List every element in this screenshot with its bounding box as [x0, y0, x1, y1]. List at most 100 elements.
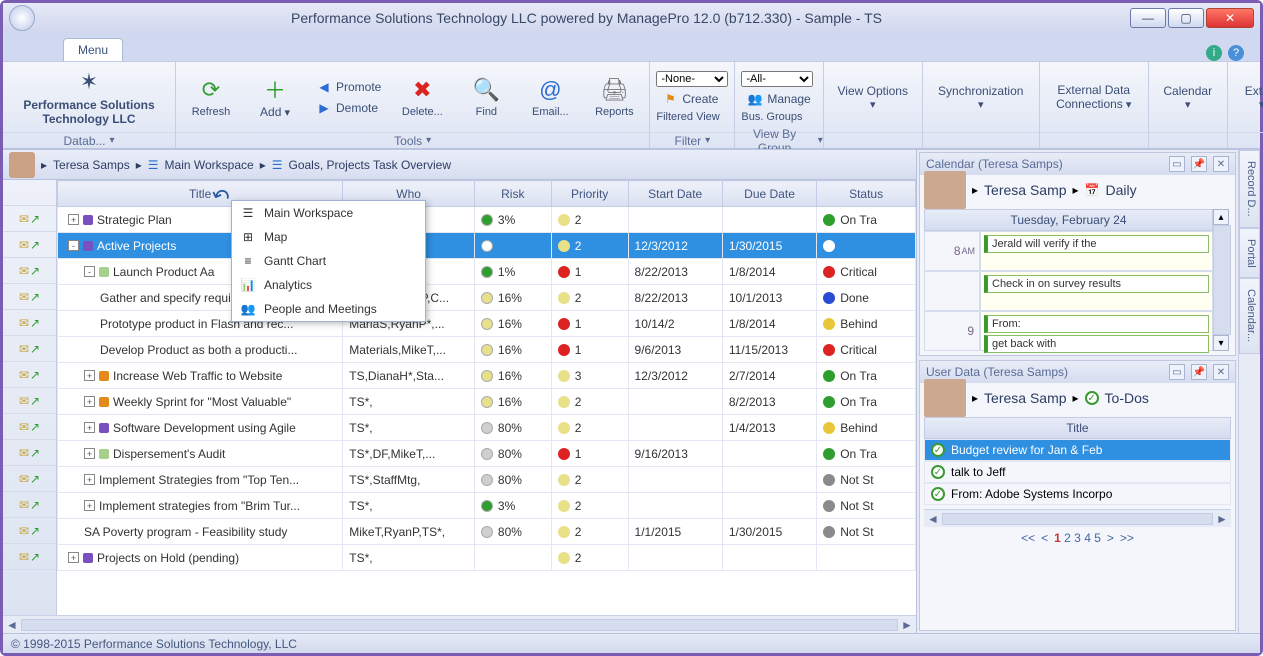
create-filter-button[interactable]: ⚑Create — [656, 90, 724, 108]
gutter-cell[interactable]: ✉↗ — [3, 388, 56, 414]
pager-first[interactable]: << — [1021, 531, 1035, 545]
close-button[interactable]: ✕ — [1206, 8, 1254, 28]
gutter-cell[interactable]: ✉↗ — [3, 310, 56, 336]
pager-next[interactable]: > — [1107, 531, 1114, 545]
menu-item-main-workspace[interactable]: ☰Main Workspace — [232, 201, 425, 225]
col-start-date[interactable]: Start Date — [628, 181, 722, 207]
appt-chip[interactable]: Check in on survey results — [984, 275, 1209, 293]
expander-icon[interactable]: + — [84, 370, 95, 381]
appt-chip[interactable]: Jerald will verify if the — [984, 235, 1209, 253]
col-status[interactable]: Status — [817, 181, 916, 207]
vtab-calendar[interactable]: Calendar... — [1239, 278, 1260, 353]
table-row[interactable]: -Active Projects212/3/20121/30/2015 — [58, 233, 916, 259]
projects-grid[interactable]: TitleWhoRiskPriorityStart DateDue DateSt… — [57, 180, 916, 571]
vtab-record[interactable]: Record D... — [1239, 150, 1260, 228]
gutter-cell[interactable]: ✉↗ — [3, 414, 56, 440]
scroll-right-icon[interactable]: ► — [898, 618, 916, 632]
scroll-up-icon[interactable]: ▴ — [1213, 209, 1229, 225]
menu-item-gantt-chart[interactable]: ≡Gantt Chart — [232, 249, 425, 273]
pager-page[interactable]: 1 — [1054, 531, 1061, 545]
manage-groups-button[interactable]: 👥Manage — [741, 90, 816, 108]
table-row[interactable]: +Increase Web Traffic to WebsiteTS,Diana… — [58, 363, 916, 389]
cal-bc-user[interactable]: Teresa Samp — [984, 182, 1066, 198]
chevron-right-icon[interactable]: ▸ — [41, 158, 47, 172]
menu-item-map[interactable]: ⊞Map — [232, 225, 425, 249]
appt-chip[interactable]: From: — [984, 315, 1209, 333]
calendar-day-header[interactable]: Tuesday, February 24 — [924, 209, 1213, 231]
gutter-cell[interactable]: ✉↗ — [3, 466, 56, 492]
hscrollbar[interactable]: ◄ ► — [3, 615, 916, 633]
panel-maximize-icon[interactable]: ▭ — [1169, 364, 1185, 380]
scroll-down-icon[interactable]: ▾ — [1213, 335, 1229, 351]
todo-row[interactable]: ✓talk to Jeff — [924, 461, 1231, 483]
table-row[interactable]: +Projects on Hold (pending)TS*,2 — [58, 545, 916, 571]
expander-icon[interactable]: + — [84, 500, 95, 511]
table-row[interactable]: Prototype product in Flash and rec...Mar… — [58, 311, 916, 337]
expander-icon[interactable]: + — [84, 396, 95, 407]
gutter-cell[interactable]: ✉↗ — [3, 258, 56, 284]
appointment-row[interactable]: 8AMJerald will verify if the — [924, 231, 1213, 271]
chevron-down-icon[interactable]: ▾ — [426, 135, 431, 146]
refresh-button[interactable]: ⟳Refresh — [182, 76, 240, 118]
ud-bc-view[interactable]: To-Dos — [1105, 390, 1149, 406]
panel-maximize-icon[interactable]: ▭ — [1169, 156, 1185, 172]
expander-icon[interactable]: + — [68, 552, 79, 563]
gutter-cell[interactable]: ✉↗ — [3, 232, 56, 258]
appointment-row[interactable]: Check in on survey results — [924, 271, 1213, 311]
todo-row[interactable]: ✓From: Adobe Systems Incorpo — [924, 483, 1231, 505]
pager-last[interactable]: >> — [1120, 531, 1134, 545]
breadcrumb-workspace[interactable]: Main Workspace — [165, 158, 254, 172]
demote-button[interactable]: ▶Demote — [310, 99, 387, 117]
col-risk[interactable]: Risk — [474, 181, 551, 207]
panel-close-icon[interactable]: ✕ — [1213, 364, 1229, 380]
pager-page[interactable]: 2 — [1064, 531, 1071, 545]
ud-bc-user[interactable]: Teresa Samp — [984, 390, 1066, 406]
table-row[interactable]: +Software Development using AgileTS*,80%… — [58, 415, 916, 441]
table-row[interactable]: SA Poverty program - Feasibility studyMi… — [58, 519, 916, 545]
expander-icon[interactable]: + — [84, 474, 95, 485]
panel-close-icon[interactable]: ✕ — [1213, 156, 1229, 172]
promote-button[interactable]: ◀Promote — [310, 78, 387, 96]
gutter-cell[interactable]: ✉↗ — [3, 206, 56, 232]
breadcrumb-view[interactable]: Goals, Projects Task Overview — [288, 158, 451, 172]
chevron-down-icon[interactable]: ▾ — [705, 135, 710, 146]
reports-button[interactable]: 🖨Reports — [585, 76, 643, 118]
gutter-cell[interactable]: ✉↗ — [3, 336, 56, 362]
check-icon[interactable]: ✓ — [931, 487, 945, 501]
expander-icon[interactable]: - — [84, 266, 95, 277]
gutter-cell[interactable]: ✉↗ — [3, 440, 56, 466]
pager-page[interactable]: 5 — [1094, 531, 1101, 545]
todo-column-header[interactable]: Title — [924, 417, 1231, 439]
check-icon[interactable]: ✓ — [931, 443, 945, 457]
tab-menu[interactable]: Menu — [63, 38, 123, 61]
expander-icon[interactable]: - — [68, 240, 79, 251]
external-data-button[interactable]: External Data Connections ▾ — [1046, 83, 1142, 111]
pager-prev[interactable]: < — [1041, 531, 1048, 545]
pager-page[interactable]: 3 — [1074, 531, 1081, 545]
menu-item-analytics[interactable]: 📊Analytics — [232, 273, 425, 297]
check-icon[interactable]: ✓ — [931, 465, 945, 479]
appointment-row[interactable]: 9From:get back with — [924, 311, 1213, 351]
cal-bc-view[interactable]: Daily — [1106, 182, 1137, 198]
chevron-down-icon[interactable]: ▾ — [110, 135, 115, 146]
todo-hscroll[interactable]: ◄► — [924, 509, 1231, 527]
vtab-portal[interactable]: Portal — [1239, 228, 1260, 279]
expander-icon[interactable]: + — [84, 448, 95, 459]
todo-row[interactable]: ✓Budget review for Jan & Feb — [924, 439, 1231, 461]
email-button[interactable]: @Email... — [521, 76, 579, 118]
gutter-cell[interactable]: ✉↗ — [3, 544, 56, 570]
col-priority[interactable]: Priority — [551, 181, 628, 207]
expander-icon[interactable]: + — [84, 422, 95, 433]
scroll-track[interactable] — [21, 619, 898, 631]
view-options-button[interactable]: View Options▾ — [830, 84, 916, 111]
breadcrumb-user[interactable]: Teresa Samps — [53, 158, 130, 172]
chevron-right-icon[interactable]: ▸ — [136, 158, 142, 172]
filter-none-select[interactable]: -None- — [656, 71, 728, 87]
panel-pin-icon[interactable]: 📌 — [1191, 364, 1207, 380]
gutter-cell[interactable]: ✉↗ — [3, 362, 56, 388]
brand-button[interactable]: ✶ Performance Solutions Technology LLC — [9, 68, 169, 127]
delete-button[interactable]: ✖Delete... — [393, 76, 451, 118]
expander-icon[interactable]: + — [68, 214, 79, 225]
filter-all-select[interactable]: -All- — [741, 71, 813, 87]
col-due-date[interactable]: Due Date — [722, 181, 816, 207]
